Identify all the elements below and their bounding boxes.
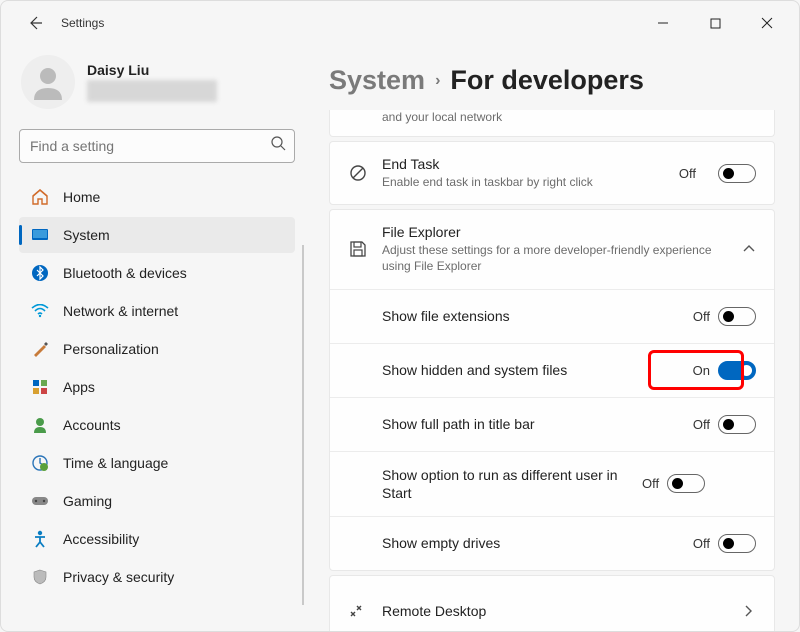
account-icon: [31, 416, 49, 434]
setting-label: Show hidden and system files: [382, 361, 693, 379]
search-input[interactable]: [20, 130, 260, 162]
system-icon: [31, 226, 49, 244]
setting-state: On: [693, 363, 710, 378]
maximize-button[interactable]: [701, 9, 729, 37]
breadcrumb: System › For developers: [329, 65, 775, 96]
maximize-icon: [710, 18, 721, 29]
sidebar: Daisy Liu Home System Bluetooth & devi: [1, 45, 309, 631]
bluetooth-icon: [31, 264, 49, 282]
search-icon: [271, 136, 286, 156]
sidebar-item-apps[interactable]: Apps: [19, 369, 295, 405]
sidebar-item-gaming[interactable]: Gaming: [19, 483, 295, 519]
file-explorer-title: File Explorer: [382, 224, 728, 240]
shield-icon: [31, 568, 49, 586]
setting-label: Show empty drives: [382, 534, 693, 552]
partial-card-top: and your local network: [329, 110, 775, 137]
sidebar-item-bluetooth[interactable]: Bluetooth & devices: [19, 255, 295, 291]
gamepad-icon: [31, 492, 49, 510]
sidebar-item-network[interactable]: Network & internet: [19, 293, 295, 329]
sidebar-item-label: System: [63, 227, 110, 243]
sidebar-item-label: Home: [63, 189, 100, 205]
search-box[interactable]: [19, 129, 295, 163]
end-task-toggle[interactable]: [718, 164, 756, 183]
person-icon: [28, 62, 68, 102]
minimize-icon: [657, 17, 669, 29]
end-task-subtitle: Enable end task in taskbar by right clic…: [382, 174, 665, 190]
remote-desktop-title: Remote Desktop: [382, 603, 728, 619]
sidebar-item-system[interactable]: System: [19, 217, 295, 253]
setting-toggle[interactable]: [718, 361, 756, 380]
setting-toggle[interactable]: [718, 415, 756, 434]
setting-show-hidden-files: Show hidden and system files On: [330, 343, 774, 397]
partial-subtitle: and your local network: [330, 110, 774, 136]
sidebar-item-label: Personalization: [63, 341, 159, 357]
setting-show-full-path: Show full path in title bar Off: [330, 397, 774, 451]
close-icon: [761, 17, 773, 29]
setting-label: Show file extensions: [382, 307, 693, 325]
setting-state: Off: [642, 476, 659, 491]
close-button[interactable]: [753, 9, 781, 37]
arrow-left-icon: [27, 15, 43, 31]
setting-state: Off: [693, 309, 710, 324]
setting-show-empty-drives: Show empty drives Off: [330, 516, 774, 570]
title-bar: Settings: [1, 1, 799, 45]
content-area: System › For developers and your local n…: [309, 45, 799, 631]
sidebar-item-home[interactable]: Home: [19, 179, 295, 215]
sidebar-item-time-language[interactable]: Time & language: [19, 445, 295, 481]
sidebar-item-label: Bluetooth & devices: [63, 265, 187, 281]
sidebar-item-privacy[interactable]: Privacy & security: [19, 559, 295, 595]
sidebar-item-label: Apps: [63, 379, 95, 395]
minimize-button[interactable]: [649, 9, 677, 37]
chevron-right-icon[interactable]: [742, 604, 756, 618]
setting-toggle[interactable]: [667, 474, 705, 493]
home-icon: [31, 188, 49, 206]
profile-section[interactable]: Daisy Liu: [19, 51, 295, 127]
setting-toggle[interactable]: [718, 307, 756, 326]
file-explorer-header[interactable]: File Explorer Adjust these settings for …: [330, 210, 774, 288]
wifi-icon: [31, 302, 49, 320]
profile-name: Daisy Liu: [87, 62, 217, 78]
chevron-up-icon[interactable]: [742, 242, 756, 256]
setting-label: Show full path in title bar: [382, 415, 693, 433]
breadcrumb-parent[interactable]: System: [329, 65, 425, 96]
chevron-right-icon: ›: [435, 72, 440, 90]
sidebar-item-label: Accounts: [63, 417, 121, 433]
sidebar-item-label: Gaming: [63, 493, 112, 509]
accessibility-icon: [31, 530, 49, 548]
setting-state: Off: [693, 536, 710, 551]
sidebar-item-label: Time & language: [63, 455, 168, 471]
setting-show-file-extensions: Show file extensions Off: [330, 289, 774, 343]
file-explorer-subtitle: Adjust these settings for a more develop…: [382, 242, 728, 274]
prohibit-icon: [348, 163, 368, 183]
file-explorer-card: File Explorer Adjust these settings for …: [329, 209, 775, 571]
sidebar-item-accessibility[interactable]: Accessibility: [19, 521, 295, 557]
end-task-card[interactable]: End Task Enable end task in taskbar by r…: [329, 141, 775, 205]
profile-subtitle-redacted: [87, 80, 217, 102]
window-controls: [649, 9, 791, 37]
avatar: [21, 55, 75, 109]
setting-run-as-different-user: Show option to run as different user in …: [330, 451, 774, 516]
settings-scroll[interactable]: and your local network End Task Enable e…: [329, 110, 775, 631]
sidebar-scrollbar[interactable]: [302, 245, 304, 605]
setting-label: Show option to run as different user in …: [382, 466, 642, 502]
sidebar-item-personalization[interactable]: Personalization: [19, 331, 295, 367]
back-button[interactable]: [21, 9, 49, 37]
sidebar-item-label: Accessibility: [63, 531, 139, 547]
sidebar-item-label: Privacy & security: [63, 569, 174, 585]
apps-icon: [31, 378, 49, 396]
end-task-state: Off: [679, 166, 696, 181]
setting-state: Off: [693, 417, 710, 432]
remote-desktop-icon: [348, 601, 368, 621]
remote-desktop-card[interactable]: Remote Desktop: [329, 575, 775, 631]
nav-list: Home System Bluetooth & devices Network …: [19, 179, 295, 595]
app-title: Settings: [61, 16, 104, 30]
sidebar-item-label: Network & internet: [63, 303, 178, 319]
save-icon: [348, 239, 368, 259]
paint-icon: [31, 340, 49, 358]
setting-toggle[interactable]: [718, 534, 756, 553]
end-task-title: End Task: [382, 156, 665, 172]
clock-globe-icon: [31, 454, 49, 472]
page-title: For developers: [450, 65, 644, 96]
sidebar-item-accounts[interactable]: Accounts: [19, 407, 295, 443]
